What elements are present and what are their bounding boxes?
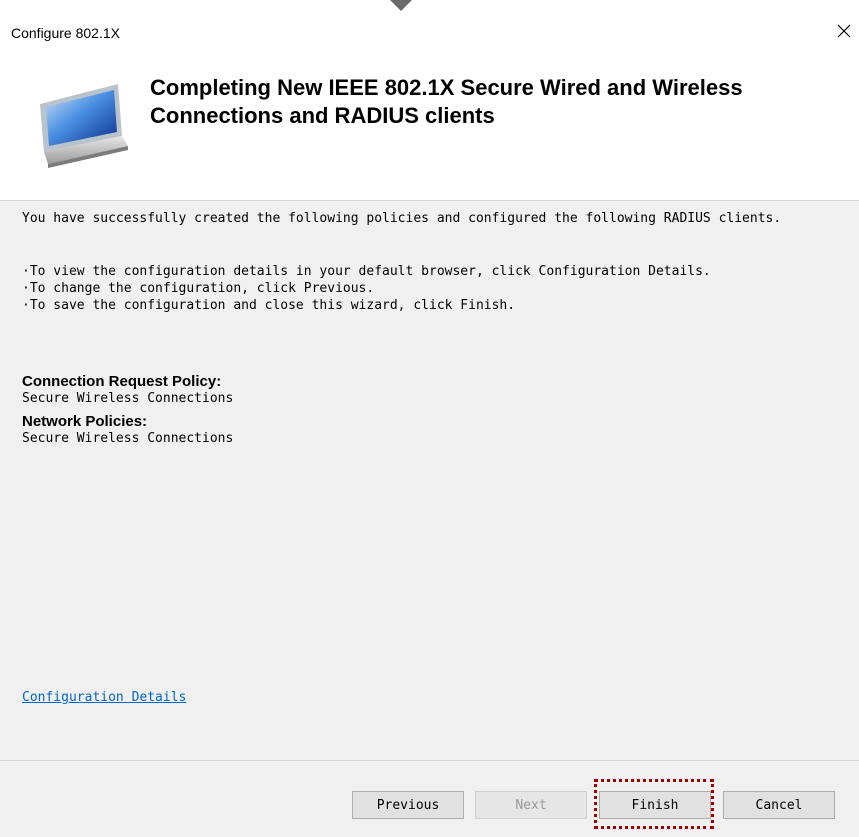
configuration-details-link[interactable]: Configuration Details [22,690,186,705]
close-icon [837,24,851,38]
network-policies-heading: Network Policies: [22,413,148,430]
footer-divider [0,760,859,761]
list-item: To change the configuration, click Previ… [22,280,852,297]
list-item: To view the configuration details in you… [22,263,852,280]
intro-text: You have successfully created the follow… [22,211,782,226]
cancel-button[interactable]: Cancel [723,791,835,819]
finish-button[interactable]: Finish [599,791,711,819]
next-button[interactable]: Next [475,791,587,819]
pointer-arrow [390,0,412,11]
monitor-icon [40,84,128,168]
connection-request-heading: Connection Request Policy: [22,373,222,390]
connection-request-value: Secure Wireless Connections [22,391,234,406]
wizard-header: Completing New IEEE 802.1X Secure Wired … [0,62,859,201]
list-item: To save the configuration and close this… [22,297,852,314]
wizard-title: Completing New IEEE 802.1X Secure Wired … [150,75,743,128]
window-title: Configure 802.1X [11,25,120,41]
close-button[interactable] [829,16,859,46]
content-area: You have successfully created the follow… [22,210,842,313]
network-policies-value: Secure Wireless Connections [22,431,234,446]
instruction-list: To view the configuration details in you… [22,263,852,314]
configure-8021x-dialog: Configure 802.1X Completing New IEEE 802… [0,0,859,837]
policy-summary: Connection Request Policy: Secure Wirele… [22,373,233,453]
previous-button[interactable]: Previous [352,791,464,819]
title-bar: Configure 802.1X [0,0,859,62]
